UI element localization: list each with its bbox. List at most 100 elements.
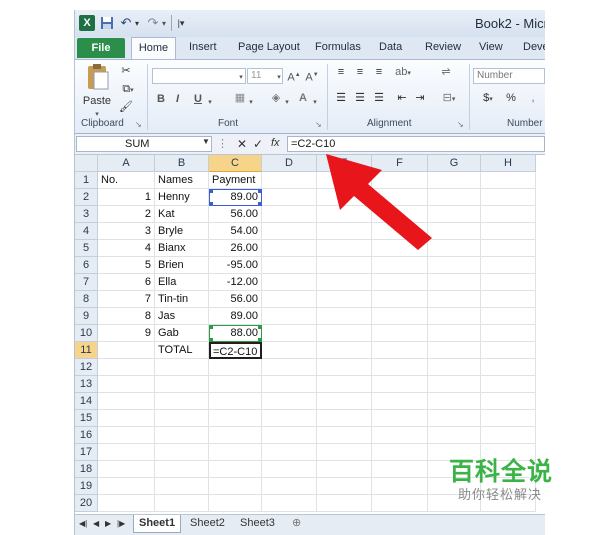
cell-a14[interactable] [98,393,155,410]
customize-qat-icon[interactable]: |▾ [176,15,186,31]
cancel-entry-icon[interactable]: ✕ [237,137,247,151]
cell-a15[interactable] [98,410,155,427]
cell-e20[interactable] [317,495,372,512]
cell-c19[interactable] [209,478,262,495]
row-header-17[interactable]: 17 [75,444,98,461]
tab-view[interactable]: View [479,41,503,53]
reference-handle[interactable] [258,325,262,329]
cell-g11[interactable] [428,342,481,359]
cell-c9[interactable]: 89.00 [209,308,262,325]
cell-h6[interactable] [481,257,536,274]
undo-dropdown-icon[interactable]: ▾ [133,15,141,31]
save-icon[interactable] [99,15,114,31]
cell-d18[interactable] [262,461,317,478]
cell-h10[interactable] [481,325,536,342]
insert-sheet-icon[interactable]: ⊕ [287,515,306,532]
cell-b16[interactable] [155,427,209,444]
fill-color-dropdown-icon[interactable]: ▾ [283,94,291,110]
font-name-input[interactable] [152,68,246,84]
cell-h2[interactable] [481,189,536,206]
enter-entry-icon[interactable]: ✓ [253,137,263,151]
cell-c12[interactable] [209,359,262,376]
decrease-indent-icon[interactable]: ⇤ [395,91,409,105]
cell-a7[interactable]: 6 [98,274,155,291]
cell-e14[interactable] [317,393,372,410]
cell-a4[interactable]: 3 [98,223,155,240]
tab-formulas[interactable]: Formulas [315,41,361,53]
cell-e7[interactable] [317,274,372,291]
cell-a1[interactable]: No. [98,172,155,189]
row-header-10[interactable]: 10 [75,325,98,342]
row-header-1[interactable]: 1 [75,172,98,189]
cell-e16[interactable] [317,427,372,444]
align-left-icon[interactable]: ☰ [334,91,348,105]
cell-g6[interactable] [428,257,481,274]
cell-d6[interactable] [262,257,317,274]
cell-d17[interactable] [262,444,317,461]
cell-a12[interactable] [98,359,155,376]
cell-h12[interactable] [481,359,536,376]
cell-g10[interactable] [428,325,481,342]
cell-a19[interactable] [98,478,155,495]
cell-d3[interactable] [262,206,317,223]
cell-c13[interactable] [209,376,262,393]
cell-c16[interactable] [209,427,262,444]
insert-function-icon[interactable]: fx [271,137,280,149]
reference-handle[interactable] [258,189,262,193]
column-header-h[interactable]: H [481,155,536,172]
cell-f13[interactable] [372,376,428,393]
cell-g7[interactable] [428,274,481,291]
currency-icon[interactable]: $▾ [479,91,497,107]
number-format-select[interactable]: Number [473,68,545,84]
cell-f10[interactable] [372,325,428,342]
cell-a8[interactable]: 7 [98,291,155,308]
prev-sheet-icon[interactable]: ◀ [93,519,99,528]
font-size-dropdown-icon[interactable]: ▾ [275,69,283,85]
orientation-icon[interactable]: ab▾ [393,65,413,81]
cell-a3[interactable]: 2 [98,206,155,223]
row-header-4[interactable]: 4 [75,223,98,240]
bold-icon[interactable]: B [157,93,165,105]
cell-b18[interactable] [155,461,209,478]
cell-d4[interactable] [262,223,317,240]
align-top-icon[interactable]: ≡ [334,65,348,79]
cell-b8[interactable]: Tin-tin [155,291,209,308]
cell-d15[interactable] [262,410,317,427]
cell-c17[interactable] [209,444,262,461]
underline-dropdown-icon[interactable]: ▾ [206,94,214,110]
align-right-icon[interactable]: ☰ [372,91,386,105]
cell-d5[interactable] [262,240,317,257]
cell-b1[interactable]: Names [155,172,209,189]
row-header-19[interactable]: 19 [75,478,98,495]
increase-indent-icon[interactable]: ⇥ [413,91,427,105]
font-color-dropdown-icon[interactable]: ▾ [311,94,319,110]
italic-icon[interactable]: I [176,93,179,105]
cell-d14[interactable] [262,393,317,410]
cell-f18[interactable] [372,461,428,478]
column-header-a[interactable]: A [98,155,155,172]
cell-a2[interactable]: 1 [98,189,155,206]
comma-style-icon[interactable]: , [527,91,539,105]
cell-e9[interactable] [317,308,372,325]
cell-f15[interactable] [372,410,428,427]
reference-handle[interactable] [209,202,213,206]
reference-handle[interactable] [209,189,213,193]
cell-g14[interactable] [428,393,481,410]
cell-e8[interactable] [317,291,372,308]
cell-b5[interactable]: Bianx [155,240,209,257]
cell-f7[interactable] [372,274,428,291]
cell-a9[interactable]: 8 [98,308,155,325]
cell-h4[interactable] [481,223,536,240]
reference-handle[interactable] [209,325,213,329]
cell-c4[interactable]: 54.00 [209,223,262,240]
cell-h9[interactable] [481,308,536,325]
cell-h14[interactable] [481,393,536,410]
cell-e12[interactable] [317,359,372,376]
name-box[interactable]: SUM [76,136,212,152]
row-header-14[interactable]: 14 [75,393,98,410]
cell-b19[interactable] [155,478,209,495]
column-header-c[interactable]: C [209,155,262,172]
cell-b6[interactable]: Brien [155,257,209,274]
cell-f12[interactable] [372,359,428,376]
cell-g15[interactable] [428,410,481,427]
